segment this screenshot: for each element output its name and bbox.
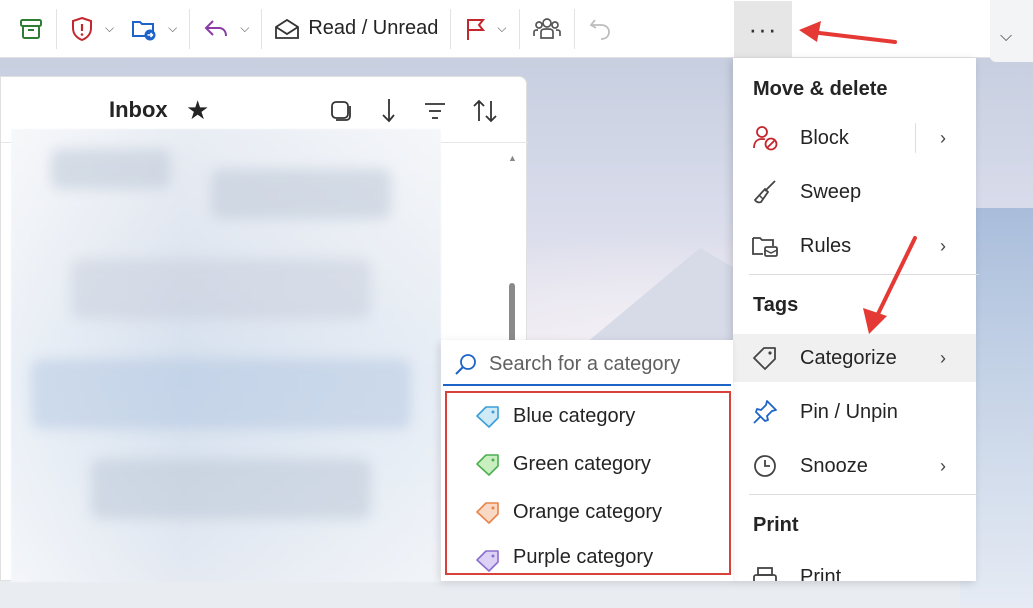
people-group-icon	[532, 17, 561, 39]
menu-item-label: Block	[800, 126, 849, 149]
menu-item-print[interactable]: Print	[733, 554, 976, 581]
sort-icon[interactable]	[471, 97, 499, 125]
menu-item-label: Pin / Unpin	[800, 400, 898, 423]
categorize-submenu: Blue category Green category Orange cate…	[441, 340, 733, 581]
undo-icon	[589, 18, 610, 40]
block-icon	[753, 126, 778, 151]
more-options-button[interactable]: ···	[734, 1, 792, 57]
menu-item-categorize[interactable]: Categorize ›	[733, 334, 976, 382]
read-unread-button[interactable]: Read / Unread	[266, 7, 446, 51]
clock-icon	[754, 455, 776, 477]
tag-orange-icon	[476, 502, 499, 524]
flag-button[interactable]: ⌵	[455, 7, 514, 51]
rules-icon	[752, 237, 778, 257]
envelope-open-icon	[275, 18, 300, 39]
undo-button[interactable]	[579, 7, 621, 51]
shield-alert-icon	[72, 16, 92, 41]
tag-purple-icon	[476, 550, 499, 572]
tag-blue-icon	[476, 406, 499, 428]
menu-item-label: Categorize	[800, 346, 897, 369]
report-button[interactable]: ⌵	[61, 7, 122, 51]
reply-button[interactable]: ⌵	[194, 7, 257, 51]
menu-item-label: Sweep	[800, 180, 862, 203]
menu-item-snooze[interactable]: Snooze ›	[733, 442, 976, 490]
annotation-arrow-categorize	[863, 236, 917, 334]
tag-green-icon	[476, 454, 499, 476]
chevron-right-icon[interactable]: ›	[940, 348, 946, 369]
toolbar-separator	[573, 8, 575, 49]
chevron-right-icon[interactable]: ›	[940, 236, 946, 257]
toolbar-separator	[189, 8, 191, 49]
menu-item-label: Snooze	[800, 454, 868, 477]
category-item-blue[interactable]: Blue category	[447, 393, 729, 439]
toolbar-separator	[518, 8, 520, 49]
printer-icon	[753, 567, 777, 581]
chevron-right-icon[interactable]: ›	[940, 456, 946, 477]
category-item-green[interactable]: Green category	[447, 441, 729, 487]
archive-button[interactable]	[10, 7, 52, 51]
chevron-down-icon[interactable]: ⌵	[168, 21, 177, 36]
chevron-down-icon[interactable]: ⌵	[497, 21, 506, 36]
star-icon[interactable]: ★	[186, 95, 209, 126]
blurred-message-list	[11, 129, 441, 582]
chevron-down-icon[interactable]: ⌵	[240, 21, 249, 36]
reply-icon	[204, 19, 228, 36]
tag-icon	[753, 347, 776, 370]
select-mode-icon[interactable]	[329, 99, 353, 123]
pin-icon	[753, 400, 777, 424]
category-label: Orange category	[513, 500, 662, 523]
category-list: Blue category Green category Orange cate…	[445, 391, 731, 575]
toolbar-separator	[261, 8, 263, 49]
scroll-thumb[interactable]	[509, 283, 515, 343]
chevron-down-icon[interactable]: ⌵	[105, 21, 114, 36]
menu-item-block[interactable]: Block ›	[733, 114, 976, 162]
menu-item-sweep[interactable]: Sweep	[733, 168, 976, 216]
category-search-box	[443, 342, 731, 386]
menu-item-pin-unpin[interactable]: Pin / Unpin	[733, 388, 976, 436]
jump-to-icon[interactable]	[377, 97, 399, 125]
read-unread-label: Read / Unread	[308, 17, 439, 39]
category-search-input[interactable]	[487, 350, 723, 378]
toolbar-separator	[56, 8, 57, 49]
category-label: Purple category	[513, 545, 654, 568]
menu-section-print: Print	[753, 514, 799, 536]
page-title: Inbox	[109, 97, 168, 122]
category-label: Green category	[513, 452, 651, 475]
ribbon-expand-area: ⌵	[990, 0, 1033, 62]
folder-move-icon	[132, 20, 156, 40]
flag-icon	[467, 18, 486, 40]
filter-icon[interactable]	[423, 101, 447, 121]
menu-section-tags: Tags	[753, 294, 799, 316]
broom-icon	[753, 180, 776, 204]
split-separator	[915, 123, 916, 153]
menu-item-label: Print	[800, 566, 842, 581]
move-to-button[interactable]: ⌵	[122, 7, 185, 51]
menu-divider	[749, 494, 979, 495]
category-item-orange[interactable]: Orange category	[447, 489, 729, 535]
category-item-purple[interactable]: Purple category	[447, 537, 729, 577]
toolbar-separator	[450, 8, 452, 49]
archive-icon	[20, 18, 42, 39]
scroll-up-arrow-icon[interactable]: ▲	[508, 153, 517, 163]
menu-section-move-delete: Move & delete	[753, 78, 888, 100]
category-label: Blue category	[513, 404, 636, 427]
menu-item-label: Rules	[800, 234, 852, 257]
chevron-down-icon[interactable]: ⌵	[1000, 28, 1012, 46]
chevron-right-icon[interactable]: ›	[940, 128, 946, 149]
groups-button[interactable]	[524, 7, 570, 51]
search-icon	[455, 354, 476, 375]
annotation-arrow-more	[799, 21, 897, 44]
